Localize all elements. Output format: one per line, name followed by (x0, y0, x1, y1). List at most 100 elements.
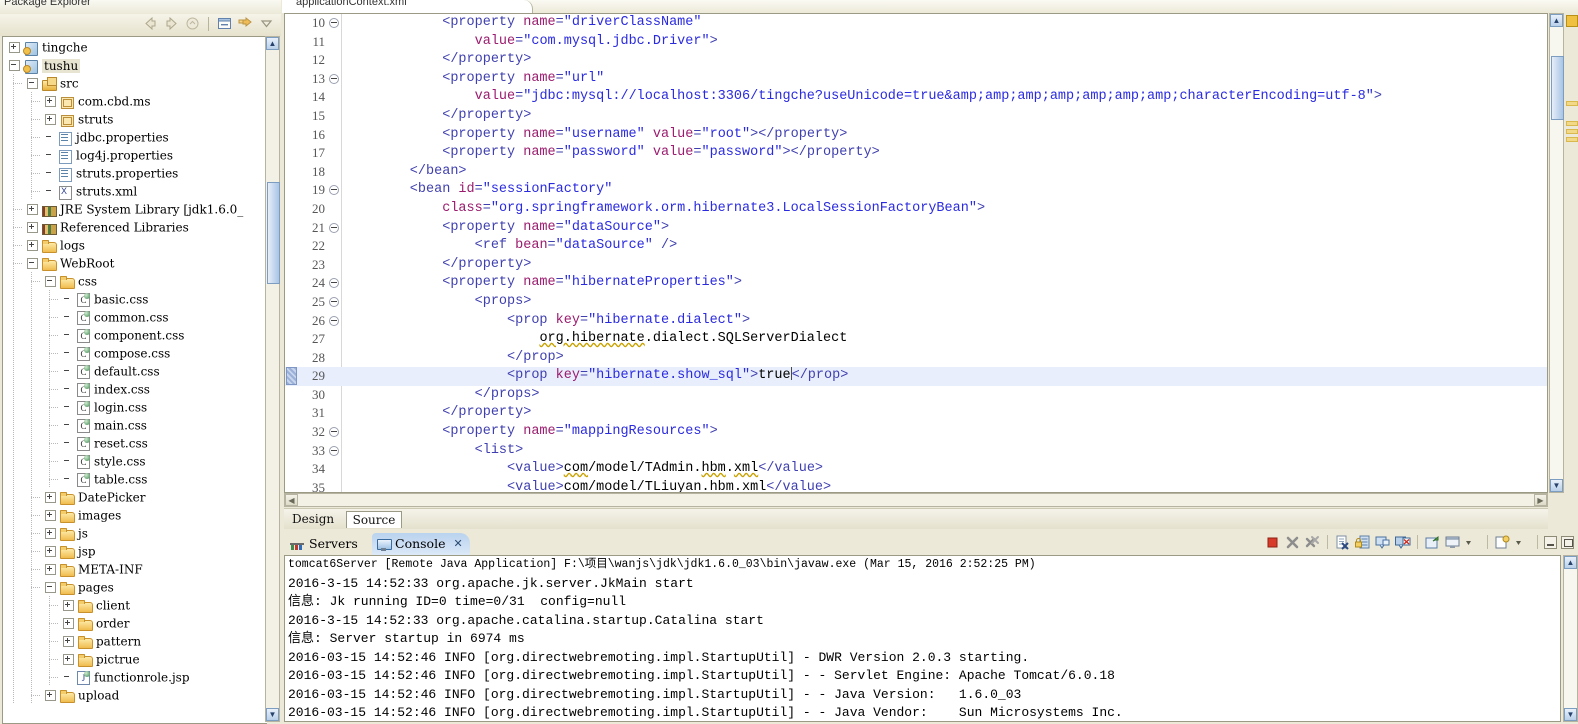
editor-mode-tabs[interactable]: Design Source (284, 508, 1548, 529)
code-line[interactable]: 32 <property name="mappingResources"> (285, 423, 1547, 442)
tree-expander-plus-icon[interactable] (63, 618, 74, 629)
code-line[interactable]: 11 value="com.mysql.jdbc.Driver"> (285, 33, 1547, 52)
tree-item-client[interactable]: client (3, 596, 267, 614)
tree-item-pattern[interactable]: pattern (3, 632, 267, 650)
code-fold-toggle-icon[interactable] (329, 73, 339, 84)
code-line[interactable]: 21 <property name="dataSource"> (285, 219, 1547, 238)
code-fold-toggle-icon[interactable] (329, 185, 339, 196)
tree-item-datepicker[interactable]: DatePicker (3, 488, 267, 506)
code-line[interactable]: 31 </property> (285, 404, 1547, 423)
tree-item-pages[interactable]: pages (3, 578, 267, 596)
tree-expander-minus-icon[interactable] (45, 582, 56, 593)
project-tree[interactable]: tingche tushu src com.cbd.ms struts jdbc.prop… (2, 36, 267, 724)
editor-scroll-right-arrow[interactable]: ▶ (1534, 494, 1547, 506)
chevron-down-icon[interactable] (1514, 534, 1531, 551)
new-console-view-icon[interactable] (1444, 534, 1461, 551)
tree-item-jdbc-properties[interactable]: jdbc.properties (3, 128, 267, 146)
editor-scroll-left-arrow[interactable]: ◀ (285, 494, 298, 506)
code-line[interactable]: 14 value="jdbc:mysql://localhost:3306/ti… (285, 88, 1547, 107)
code-line[interactable]: 12 </property> (285, 51, 1547, 70)
code-fold-toggle-icon[interactable] (329, 445, 339, 456)
console-scroll-up-arrow[interactable]: ▲ (1564, 556, 1577, 569)
console-output[interactable]: tomcat6Server [Remote Java Application] … (284, 555, 1561, 722)
tree-expander-plus-icon[interactable] (45, 528, 56, 539)
tree-expander-plus-icon[interactable] (45, 492, 56, 503)
code-line[interactable]: 19 <bean id="sessionFactory" (285, 181, 1547, 200)
open-console-icon[interactable] (1424, 534, 1441, 551)
tree-item-default-css[interactable]: default.css (3, 362, 267, 380)
tree-item-common-css[interactable]: common.css (3, 308, 267, 326)
tree-expander-plus-icon[interactable] (27, 240, 38, 251)
tree-item-pictrue[interactable]: pictrue (3, 650, 267, 668)
code-line[interactable]: 24 <property name="hibernateProperties"> (285, 274, 1547, 293)
tree-item-style-css[interactable]: style.css (3, 452, 267, 470)
scroll-up-arrow[interactable]: ▲ (266, 37, 279, 50)
forward-arrow-icon[interactable] (163, 15, 180, 32)
tree-expander-plus-icon[interactable] (63, 636, 74, 647)
tree-item-main-css[interactable]: main.css (3, 416, 267, 434)
code-line[interactable]: 35 <value>com/model/TLiuyan.hbm.xml</val… (285, 479, 1547, 492)
tree-expander-plus-icon[interactable] (63, 600, 74, 611)
tree-item-index-css[interactable]: index.css (3, 380, 267, 398)
code-line[interactable]: 17 <property name="password" value="pass… (285, 144, 1547, 163)
tree-item-com-cbd-ms[interactable]: com.cbd.ms (3, 92, 267, 110)
tree-item-compose-css[interactable]: compose.css (3, 344, 267, 362)
tree-expander-minus-icon[interactable] (9, 60, 20, 71)
console-tab-console[interactable]: Console ✕ (372, 533, 470, 555)
code-lines[interactable]: 10 <property name="driverClassName" 11 va… (285, 14, 1547, 492)
home-icon[interactable] (184, 15, 201, 32)
code-fold-toggle-icon[interactable] (329, 222, 339, 233)
package-explorer-tabstrip[interactable]: Package Explorer (0, 0, 281, 14)
tree-item-js[interactable]: js (3, 524, 267, 542)
warning-summary-icon[interactable] (1566, 15, 1578, 27)
tree-expander-plus-icon[interactable] (27, 204, 38, 215)
editor-mode-tab-source[interactable]: Source (345, 511, 403, 528)
tree-item-struts-xml[interactable]: struts.xml (3, 182, 267, 200)
editor-tabstrip[interactable]: applicationContext.xml (282, 0, 1578, 13)
tree-item-images[interactable]: images (3, 506, 267, 524)
tree-expander-plus-icon[interactable] (9, 42, 20, 53)
tree-item-meta-inf[interactable]: META-INF (3, 560, 267, 578)
tree-item-struts[interactable]: struts (3, 110, 267, 128)
tree-expander-plus-icon[interactable] (45, 114, 56, 125)
new-console-icon[interactable] (1494, 534, 1511, 551)
close-icon[interactable]: ✕ (453, 533, 462, 555)
warning-marker[interactable] (1566, 129, 1578, 134)
clear-console-icon[interactable] (1334, 534, 1351, 551)
code-line[interactable]: 23 </property> (285, 256, 1547, 275)
code-line[interactable]: 30 </props> (285, 386, 1547, 405)
tree-expander-minus-icon[interactable] (27, 258, 38, 269)
warning-marker[interactable] (1566, 101, 1578, 106)
pin-console-icon[interactable] (1374, 534, 1391, 551)
tree-item-tingche[interactable]: tingche (3, 38, 267, 56)
console-scroll-down-arrow[interactable]: ▼ (1564, 708, 1577, 721)
warning-marker[interactable] (1566, 137, 1578, 142)
scroll-thumb[interactable] (267, 182, 280, 284)
code-line[interactable]: 22 <ref bean="dataSource" /> (285, 237, 1547, 256)
tree-item-login-css[interactable]: login.css (3, 398, 267, 416)
code-line[interactable]: 10 <property name="driverClassName" (285, 14, 1547, 33)
tree-item-jsp[interactable]: jsp (3, 542, 267, 560)
scroll-lock-icon[interactable] (1354, 534, 1371, 551)
tree-expander-minus-icon[interactable] (45, 276, 56, 287)
code-line[interactable]: 27 org.hibernate.dialect.SQLServerDialec… (285, 330, 1547, 349)
code-line[interactable]: 20 class="org.springframework.orm.hibern… (285, 200, 1547, 219)
view-menu-icon[interactable] (258, 15, 275, 32)
tree-expander-plus-icon[interactable] (63, 654, 74, 665)
tree-expander-plus-icon[interactable] (45, 96, 56, 107)
project-tree-scrollbar[interactable]: ▲ ▼ (265, 36, 280, 722)
tree-item-order[interactable]: order (3, 614, 267, 632)
tree-item-logs[interactable]: logs (3, 236, 267, 254)
tree-item-reset-css[interactable]: reset.css (3, 434, 267, 452)
tree-item-basic-css[interactable]: basic.css (3, 290, 267, 308)
tree-item-jre-system-library-jdk1-6-0[interactable]: JRE System Library [jdk1.6.0_ (3, 200, 267, 218)
remove-launch-icon[interactable] (1284, 534, 1301, 551)
tree-item-webroot[interactable]: WebRoot (3, 254, 267, 272)
tree-item-tushu[interactable]: tushu (3, 56, 267, 74)
code-line[interactable]: 16 <property name="username" value="root… (285, 126, 1547, 145)
warning-marker[interactable] (1566, 121, 1578, 126)
tree-item-table-css[interactable]: table.css (3, 470, 267, 488)
terminate-icon[interactable] (1264, 534, 1281, 551)
console-vertical-scrollbar[interactable]: ▲ ▼ (1563, 555, 1578, 722)
tree-expander-plus-icon[interactable] (27, 222, 38, 233)
